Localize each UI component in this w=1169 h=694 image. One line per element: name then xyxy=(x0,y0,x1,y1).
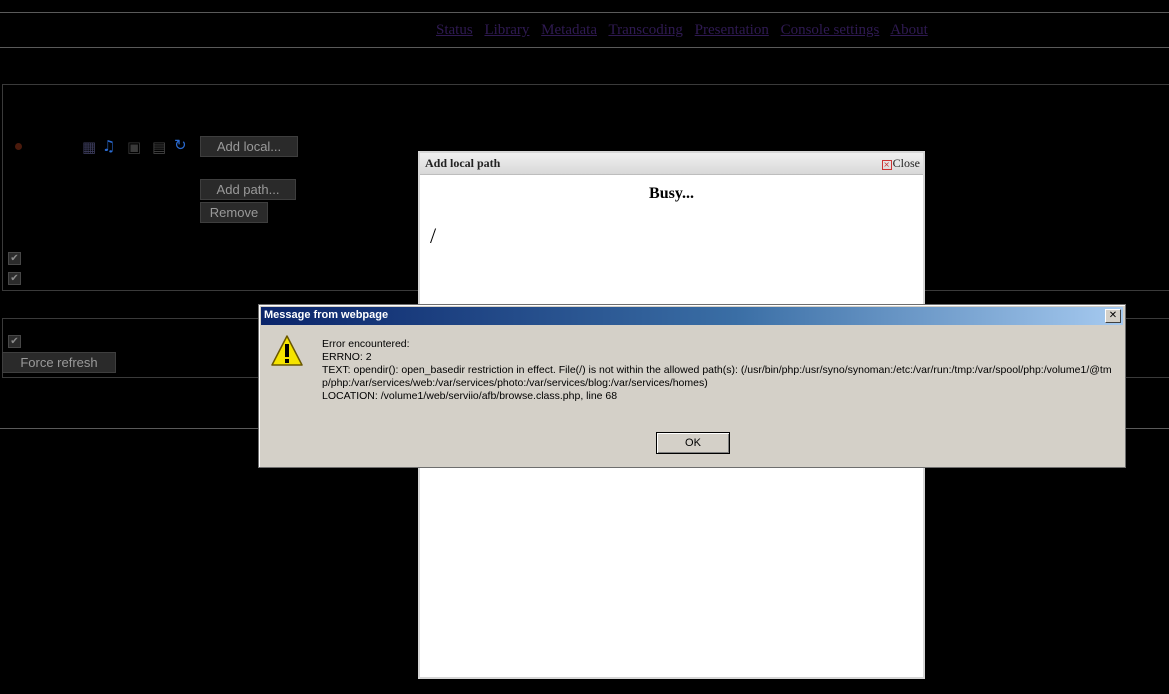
option-checkbox-2[interactable]: ✔ xyxy=(8,272,21,285)
page: Status Library Metadata Transcoding Pres… xyxy=(0,0,1169,694)
message-line-2: ERRNO: 2 xyxy=(322,351,372,363)
dialog-close-button[interactable]: × Close xyxy=(881,156,920,171)
nav-console-settings[interactable]: Console settings xyxy=(781,22,880,38)
top-nav: Status Library Metadata Transcoding Pres… xyxy=(436,22,936,39)
nav-metadata[interactable]: Metadata xyxy=(541,22,597,38)
message-line-1: Error encountered: xyxy=(322,338,410,350)
remove-button[interactable]: Remove xyxy=(200,202,268,223)
message-text: Error encountered: ERRNO: 2 TEXT: opendi… xyxy=(322,338,1120,403)
nav-library[interactable]: Library xyxy=(484,22,529,38)
ok-button[interactable]: OK xyxy=(656,432,730,454)
dialog-title: Add local path xyxy=(425,156,501,170)
refresh-icon[interactable]: ↻ xyxy=(174,137,187,153)
image-icon: ▣ xyxy=(127,138,142,156)
nav-about[interactable]: About xyxy=(890,22,928,38)
option-checkbox-1[interactable]: ✔ xyxy=(8,252,21,265)
message-close-button[interactable]: ✕ xyxy=(1105,309,1121,323)
busy-status: Busy... xyxy=(649,185,694,202)
add-path-button[interactable]: Add path... xyxy=(200,179,296,200)
top-rule xyxy=(0,12,1169,13)
dialog-titlebar: Add local path × Close xyxy=(420,153,923,175)
add-local-button[interactable]: Add local... xyxy=(200,136,298,157)
nav-presentation[interactable]: Presentation xyxy=(695,22,769,38)
root-path-item[interactable]: / xyxy=(430,223,436,249)
option-checkbox-3[interactable]: ✔ xyxy=(8,335,21,348)
nav-rule xyxy=(0,47,1169,48)
message-titlebar: Message from webpage ✕ xyxy=(261,307,1123,325)
nav-status[interactable]: Status xyxy=(436,22,473,38)
document-icon: ▤ xyxy=(152,138,167,156)
message-line-4: LOCATION: /volume1/web/serviio/afb/brows… xyxy=(322,390,618,402)
message-title: Message from webpage xyxy=(264,309,389,321)
message-box: Message from webpage ✕ Error encountered… xyxy=(258,304,1126,468)
warning-icon xyxy=(271,335,303,366)
folder-radio[interactable] xyxy=(15,143,22,150)
video-icon: ▦ xyxy=(82,138,97,156)
nav-transcoding[interactable]: Transcoding xyxy=(608,22,682,38)
close-icon: × xyxy=(881,160,892,170)
dialog-close-label: Close xyxy=(892,156,920,170)
force-refresh-button[interactable]: Force refresh xyxy=(2,352,116,373)
message-line-3: TEXT: opendir(): open_basedir restrictio… xyxy=(322,364,1112,389)
music-icon: ♫ xyxy=(102,137,116,155)
